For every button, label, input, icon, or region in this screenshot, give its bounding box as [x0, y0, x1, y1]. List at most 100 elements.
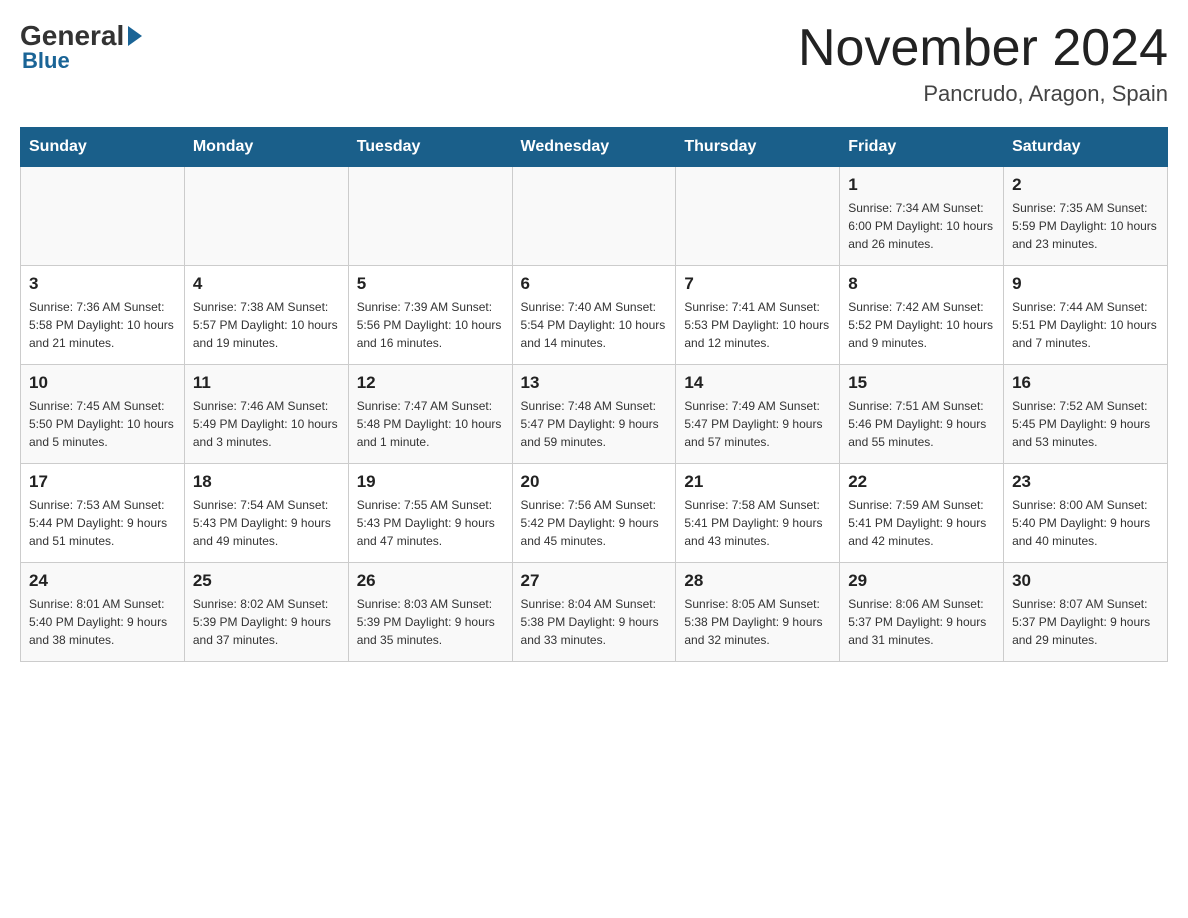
calendar-cell: 29Sunrise: 8:06 AM Sunset: 5:37 PM Dayli… — [840, 563, 1004, 662]
calendar-cell: 24 Sunrise: 8:01 AM Sunset: 5:40 PM Dayli… — [21, 563, 185, 662]
day-number: 21 — [684, 472, 831, 492]
day-number: 24 — [29, 571, 176, 591]
calendar-cell — [512, 167, 676, 266]
calendar-cell: 30Sunrise: 8:07 AM Sunset: 5:37 PM Dayli… — [1004, 563, 1168, 662]
calendar-title: November 2024 — [798, 20, 1168, 77]
day-info: Sunrise: 7:53 AM Sunset: 5:44 PM Dayligh… — [29, 496, 176, 550]
weekday-header-thursday: Thursday — [676, 128, 840, 167]
weekday-header-row: SundayMondayTuesdayWednesdayThursdayFrid… — [21, 128, 1168, 167]
day-info: Sunrise: 8:04 AM Sunset: 5:38 PM Dayligh… — [521, 595, 668, 649]
calendar-week-row: 24 Sunrise: 8:01 AM Sunset: 5:40 PM Dayli… — [21, 563, 1168, 662]
day-info: Sunrise: 8:01 AM Sunset: 5:40 PM Dayligh… — [29, 595, 176, 649]
calendar-cell — [184, 167, 348, 266]
day-info: Sunrise: 7:39 AM Sunset: 5:56 PM Dayligh… — [357, 298, 504, 352]
day-number: 26 — [357, 571, 504, 591]
day-number: 3 — [29, 274, 176, 294]
day-number: 20 — [521, 472, 668, 492]
calendar-cell — [21, 167, 185, 266]
logo: General Blue — [20, 20, 142, 74]
day-info: Sunrise: 7:36 AM Sunset: 5:58 PM Dayligh… — [29, 298, 176, 352]
day-info: Sunrise: 8:05 AM Sunset: 5:38 PM Dayligh… — [684, 595, 831, 649]
day-number: 29 — [848, 571, 995, 591]
day-info: Sunrise: 7:49 AM Sunset: 5:47 PM Dayligh… — [684, 397, 831, 451]
day-number: 19 — [357, 472, 504, 492]
calendar-cell: 16 Sunrise: 7:52 AM Sunset: 5:45 PM Dayli… — [1004, 365, 1168, 464]
calendar-cell: 3 Sunrise: 7:36 AM Sunset: 5:58 PM Daylig… — [21, 266, 185, 365]
day-info: Sunrise: 7:34 AM Sunset: 6:00 PM Dayligh… — [848, 199, 995, 253]
day-info: Sunrise: 7:44 AM Sunset: 5:51 PM Dayligh… — [1012, 298, 1159, 352]
day-number: 17 — [29, 472, 176, 492]
calendar-cell: 18 Sunrise: 7:54 AM Sunset: 5:43 PM Dayli… — [184, 464, 348, 563]
calendar-cell: 22 Sunrise: 7:59 AM Sunset: 5:41 PM Dayli… — [840, 464, 1004, 563]
weekday-header-friday: Friday — [840, 128, 1004, 167]
calendar-cell: 5 Sunrise: 7:39 AM Sunset: 5:56 PM Daylig… — [348, 266, 512, 365]
logo-arrow-icon — [128, 26, 142, 46]
calendar-cell: 14 Sunrise: 7:49 AM Sunset: 5:47 PM Dayli… — [676, 365, 840, 464]
calendar-cell: 20 Sunrise: 7:56 AM Sunset: 5:42 PM Dayli… — [512, 464, 676, 563]
calendar-week-row: 10Sunrise: 7:45 AM Sunset: 5:50 PM Dayli… — [21, 365, 1168, 464]
day-number: 22 — [848, 472, 995, 492]
calendar-cell — [676, 167, 840, 266]
day-info: Sunrise: 7:52 AM Sunset: 5:45 PM Dayligh… — [1012, 397, 1159, 451]
day-number: 30 — [1012, 571, 1159, 591]
day-number: 1 — [848, 175, 995, 195]
calendar-cell: 7 Sunrise: 7:41 AM Sunset: 5:53 PM Daylig… — [676, 266, 840, 365]
calendar-cell: 19 Sunrise: 7:55 AM Sunset: 5:43 PM Dayli… — [348, 464, 512, 563]
day-number: 18 — [193, 472, 340, 492]
day-info: Sunrise: 7:41 AM Sunset: 5:53 PM Dayligh… — [684, 298, 831, 352]
calendar-cell: 25Sunrise: 8:02 AM Sunset: 5:39 PM Dayli… — [184, 563, 348, 662]
day-info: Sunrise: 7:47 AM Sunset: 5:48 PM Dayligh… — [357, 397, 504, 451]
day-number: 7 — [684, 274, 831, 294]
day-info: Sunrise: 8:00 AM Sunset: 5:40 PM Dayligh… — [1012, 496, 1159, 550]
day-number: 2 — [1012, 175, 1159, 195]
logo-blue-text: Blue — [20, 48, 70, 74]
calendar-cell: 6 Sunrise: 7:40 AM Sunset: 5:54 PM Daylig… — [512, 266, 676, 365]
day-number: 8 — [848, 274, 995, 294]
day-number: 12 — [357, 373, 504, 393]
day-number: 9 — [1012, 274, 1159, 294]
day-info: Sunrise: 7:35 AM Sunset: 5:59 PM Dayligh… — [1012, 199, 1159, 253]
calendar-subtitle: Pancrudo, Aragon, Spain — [798, 81, 1168, 107]
calendar-cell: 23 Sunrise: 8:00 AM Sunset: 5:40 PM Dayli… — [1004, 464, 1168, 563]
day-number: 27 — [521, 571, 668, 591]
day-info: Sunrise: 7:56 AM Sunset: 5:42 PM Dayligh… — [521, 496, 668, 550]
day-info: Sunrise: 7:55 AM Sunset: 5:43 PM Dayligh… — [357, 496, 504, 550]
day-number: 14 — [684, 373, 831, 393]
calendar-cell: 9 Sunrise: 7:44 AM Sunset: 5:51 PM Daylig… — [1004, 266, 1168, 365]
weekday-header-monday: Monday — [184, 128, 348, 167]
day-number: 13 — [521, 373, 668, 393]
day-info: Sunrise: 7:42 AM Sunset: 5:52 PM Dayligh… — [848, 298, 995, 352]
weekday-header-wednesday: Wednesday — [512, 128, 676, 167]
day-number: 11 — [193, 373, 340, 393]
day-info: Sunrise: 7:45 AM Sunset: 5:50 PM Dayligh… — [29, 397, 176, 451]
weekday-header-saturday: Saturday — [1004, 128, 1168, 167]
day-info: Sunrise: 8:02 AM Sunset: 5:39 PM Dayligh… — [193, 595, 340, 649]
calendar-cell: 21 Sunrise: 7:58 AM Sunset: 5:41 PM Dayli… — [676, 464, 840, 563]
calendar-cell: 12 Sunrise: 7:47 AM Sunset: 5:48 PM Dayli… — [348, 365, 512, 464]
day-number: 6 — [521, 274, 668, 294]
calendar-cell: 15Sunrise: 7:51 AM Sunset: 5:46 PM Dayli… — [840, 365, 1004, 464]
day-info: Sunrise: 7:58 AM Sunset: 5:41 PM Dayligh… — [684, 496, 831, 550]
day-info: Sunrise: 7:40 AM Sunset: 5:54 PM Dayligh… — [521, 298, 668, 352]
calendar-cell: 27 Sunrise: 8:04 AM Sunset: 5:38 PM Dayli… — [512, 563, 676, 662]
calendar-week-row: 1 Sunrise: 7:34 AM Sunset: 6:00 PM Daylig… — [21, 167, 1168, 266]
day-info: Sunrise: 7:59 AM Sunset: 5:41 PM Dayligh… — [848, 496, 995, 550]
calendar-table: SundayMondayTuesdayWednesdayThursdayFrid… — [20, 127, 1168, 662]
calendar-cell: 17 Sunrise: 7:53 AM Sunset: 5:44 PM Dayli… — [21, 464, 185, 563]
day-number: 16 — [1012, 373, 1159, 393]
calendar-cell: 28 Sunrise: 8:05 AM Sunset: 5:38 PM Dayli… — [676, 563, 840, 662]
day-number: 15 — [848, 373, 995, 393]
calendar-cell: 1 Sunrise: 7:34 AM Sunset: 6:00 PM Daylig… — [840, 167, 1004, 266]
calendar-cell: 8 Sunrise: 7:42 AM Sunset: 5:52 PM Daylig… — [840, 266, 1004, 365]
calendar-week-row: 3 Sunrise: 7:36 AM Sunset: 5:58 PM Daylig… — [21, 266, 1168, 365]
calendar-cell — [348, 167, 512, 266]
calendar-cell: 13 Sunrise: 7:48 AM Sunset: 5:47 PM Dayli… — [512, 365, 676, 464]
calendar-cell: 4Sunrise: 7:38 AM Sunset: 5:57 PM Daylig… — [184, 266, 348, 365]
day-info: Sunrise: 7:48 AM Sunset: 5:47 PM Dayligh… — [521, 397, 668, 451]
weekday-header-sunday: Sunday — [21, 128, 185, 167]
day-number: 5 — [357, 274, 504, 294]
day-number: 23 — [1012, 472, 1159, 492]
calendar-cell: 11Sunrise: 7:46 AM Sunset: 5:49 PM Dayli… — [184, 365, 348, 464]
day-number: 28 — [684, 571, 831, 591]
day-info: Sunrise: 7:54 AM Sunset: 5:43 PM Dayligh… — [193, 496, 340, 550]
